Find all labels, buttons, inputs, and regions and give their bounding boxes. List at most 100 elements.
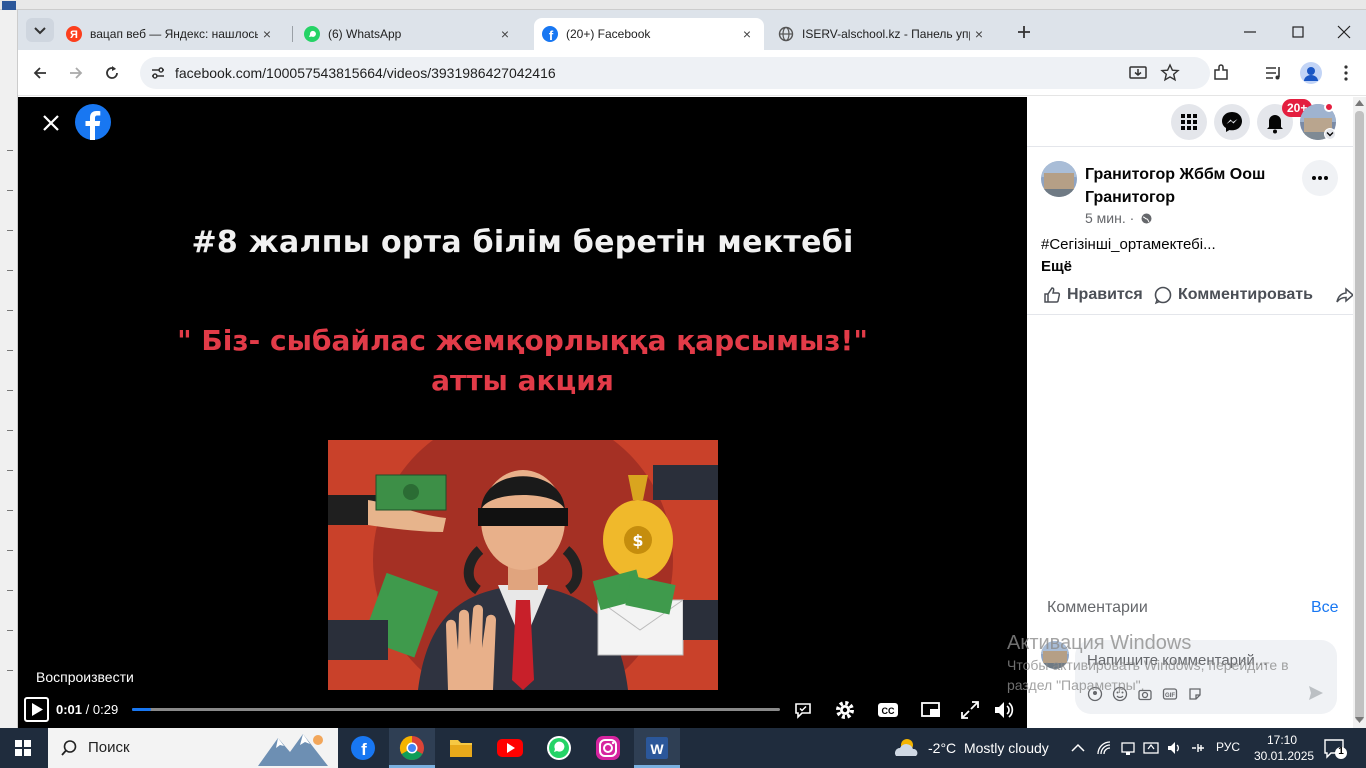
close-icon[interactable]: × <box>972 27 986 41</box>
taskbar-file-explorer[interactable] <box>438 728 484 768</box>
messenger-button[interactable] <box>1214 104 1250 140</box>
chrome-icon <box>399 736 424 761</box>
network-icon[interactable] <box>1096 740 1112 756</box>
menu-dots-icon[interactable] <box>1336 63 1356 83</box>
profile-avatar[interactable] <box>1300 62 1322 84</box>
address-bar[interactable]: facebook.com/100057543815664/videos/3931… <box>140 57 1210 89</box>
clock[interactable]: 17:10 30.01.2025 <box>1254 732 1314 764</box>
media-control-icon[interactable] <box>1264 63 1284 83</box>
post-text: #Сегізінші_ортамектебі... <box>1041 236 1216 253</box>
tab-search-button[interactable] <box>26 18 54 42</box>
speaker-icon[interactable] <box>1166 740 1182 756</box>
taskbar-whatsapp[interactable] <box>536 728 582 768</box>
taskbar-instagram[interactable] <box>585 728 631 768</box>
post-time: 5 мин. · <box>1085 210 1152 226</box>
scroll-thumb[interactable] <box>1355 111 1364 721</box>
taskbar-chrome[interactable] <box>389 728 435 768</box>
thumbs-up-icon <box>1044 287 1061 303</box>
tab-title: вацап веб — Яндекс: нашлось <box>90 27 258 41</box>
notification-center[interactable]: 1 <box>1322 736 1348 760</box>
weather-widget[interactable]: -2°C Mostly cloudy <box>928 740 1049 756</box>
svg-text:W: W <box>650 741 664 757</box>
tab-strip: Я вацап веб — Яндекс: нашлось × (6) What… <box>18 10 1366 50</box>
play-button[interactable] <box>24 697 49 722</box>
taskbar-facebook[interactable]: f <box>340 728 386 768</box>
minimize-icon <box>1244 31 1256 33</box>
forward-arrow-icon[interactable] <box>66 63 86 83</box>
like-button[interactable]: Нравится <box>1042 285 1143 305</box>
taskbar-youtube[interactable] <box>487 728 533 768</box>
post-time-text: 5 мин. · <box>1085 210 1135 226</box>
post-author[interactable]: Гранитогор Жббм Оош Гранитогор <box>1085 163 1285 209</box>
install-app-icon[interactable] <box>1128 63 1148 83</box>
fullscreen-icon[interactable] <box>959 699 981 721</box>
search-icon <box>61 740 77 756</box>
video-slogan: " Біз- сыбайлас жемқорлыққа қарсымыз!" а… <box>18 321 1027 401</box>
comment-bubble-icon[interactable] <box>793 700 813 720</box>
video-player[interactable]: #8 жалпы орта білім беретін мектебі " Бі… <box>18 97 1027 728</box>
duration: 0:29 <box>92 702 119 717</box>
youtube-icon <box>497 739 523 757</box>
volume-icon[interactable] <box>992 699 1016 721</box>
facebook-logo-icon[interactable] <box>75 104 111 140</box>
minimize-button[interactable] <box>1236 18 1264 46</box>
weather-condition: Mostly cloudy <box>963 740 1049 756</box>
close-icon[interactable] <box>40 112 62 134</box>
tab-iserv[interactable]: ISERV-alschool.kz - Панель упр × <box>774 18 996 50</box>
captions-icon[interactable]: CC <box>877 700 899 720</box>
taskbar-search[interactable]: Поиск <box>48 728 338 768</box>
tab-title: (6) WhatsApp <box>328 27 402 41</box>
power-plug-icon[interactable] <box>1189 740 1207 756</box>
globe-icon <box>778 26 794 42</box>
close-icon[interactable]: × <box>260 27 274 41</box>
comment-label: Комментировать <box>1178 286 1313 303</box>
post-side-panel: 20+ Гранитогор Жббм Оош Гранитогор 5 мин… <box>1007 97 1355 728</box>
start-button[interactable] <box>0 728 46 768</box>
activation-title: Активация Windows <box>1007 632 1192 654</box>
facebook-icon: f <box>542 26 558 42</box>
see-more-link[interactable]: Ещё <box>1041 258 1072 275</box>
close-window-button[interactable] <box>1330 18 1358 46</box>
tab-yandex[interactable]: Я вацап веб — Яндекс: нашлось × <box>62 18 284 50</box>
picture-in-picture-icon[interactable] <box>920 699 942 721</box>
tab-whatsapp[interactable]: (6) WhatsApp × <box>300 18 522 50</box>
bookmark-star-icon[interactable] <box>1160 63 1180 83</box>
video-controls: 0:01 / 0:29 CC <box>18 695 1027 725</box>
comment-button[interactable]: Комментировать <box>1153 285 1313 305</box>
post-options-button[interactable] <box>1302 160 1338 196</box>
reload-icon[interactable] <box>102 63 122 83</box>
taskbar-word[interactable]: W <box>634 728 680 768</box>
scroll-up-icon[interactable] <box>1355 100 1364 106</box>
close-icon[interactable]: × <box>498 27 512 41</box>
language-indicator[interactable]: РУС <box>1216 740 1240 754</box>
tab-title: (20+) Facebook <box>566 27 651 41</box>
maximize-button[interactable] <box>1284 18 1312 46</box>
svg-text:Я: Я <box>70 29 78 41</box>
author-avatar[interactable] <box>1041 161 1077 197</box>
chevron-down-icon <box>1326 132 1334 137</box>
new-tab-button[interactable] <box>1012 20 1036 44</box>
chevron-up-icon[interactable] <box>1071 742 1085 754</box>
webcam-icon[interactable] <box>1120 740 1136 756</box>
menu-button[interactable] <box>1171 104 1207 140</box>
back-arrow-icon[interactable] <box>30 63 50 83</box>
page-scrollbar[interactable] <box>1353 97 1366 728</box>
comments-filter-link[interactable]: Все <box>1311 599 1339 617</box>
display-icon[interactable] <box>1143 740 1159 756</box>
extensions-icon[interactable] <box>1211 63 1231 83</box>
settings-gear-icon[interactable] <box>834 699 856 721</box>
close-icon[interactable]: × <box>740 27 754 41</box>
activation-line-1: Чтобы активировать Windows, перейдите в <box>1007 657 1289 673</box>
account-chevron[interactable] <box>1324 128 1336 140</box>
progress-bar[interactable] <box>132 708 780 711</box>
mountain-illustration-icon <box>258 734 328 766</box>
share-button[interactable] <box>1335 285 1355 305</box>
scroll-down-icon[interactable] <box>1355 717 1364 723</box>
facebook-icon: f <box>351 736 375 760</box>
site-info-icon[interactable] <box>148 63 168 83</box>
cloud-weather-icon[interactable] <box>892 736 920 760</box>
search-label: Поиск <box>88 739 130 756</box>
tab-facebook[interactable]: f (20+) Facebook × <box>534 18 764 50</box>
school-photo-icon <box>1041 161 1077 197</box>
video-time: 0:01 / 0:29 <box>56 702 118 717</box>
